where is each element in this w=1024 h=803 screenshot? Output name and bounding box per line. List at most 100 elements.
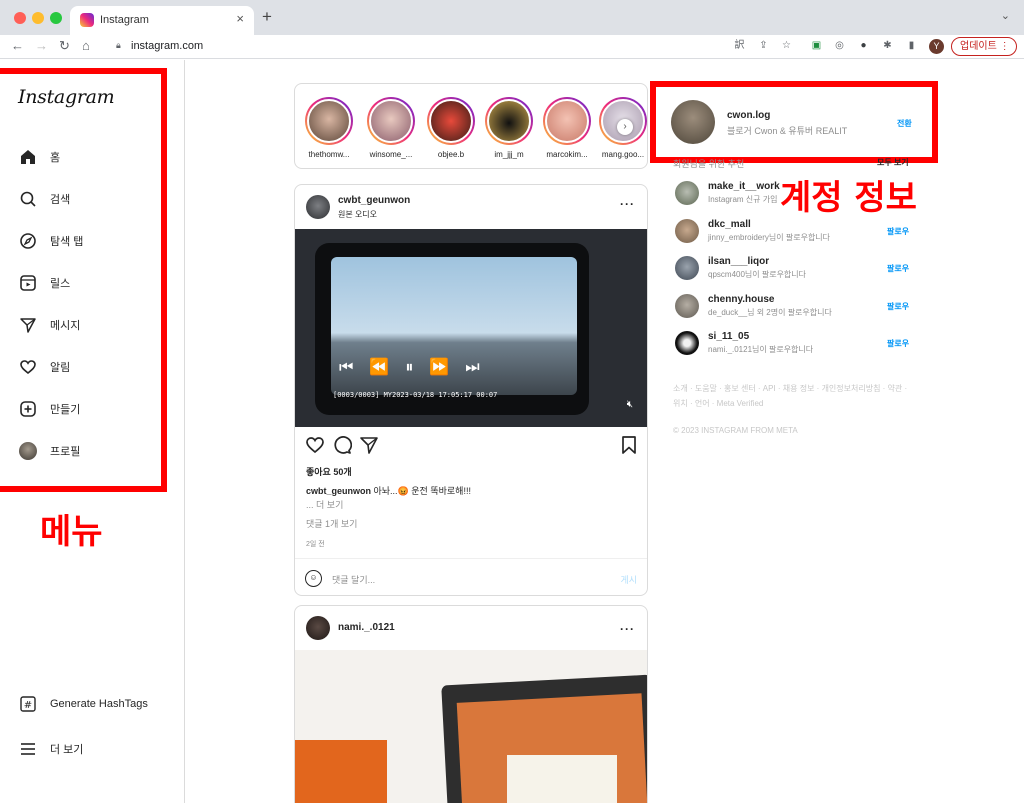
footer-links[interactable]: 소개 · 도움말 · 홍보 센터 · API · 채용 정보 · 개인정보처리방… [673, 381, 913, 411]
browser-tab-bar: Instagram × + ⌄ [0, 0, 1024, 35]
share-icon[interactable]: ⇪ [757, 39, 770, 52]
suggestion-username[interactable]: ilsan___liqor [708, 256, 769, 267]
suggestion-avatar[interactable] [675, 294, 699, 318]
suggestion-avatar[interactable] [675, 256, 699, 280]
suggestion-username[interactable]: chenny.house [708, 294, 775, 305]
view-comments-link[interactable]: 댓글 1개 보기 [306, 517, 357, 530]
comment-input[interactable]: 댓글 달기... [332, 573, 375, 586]
caption-username[interactable]: cwbt_geunwon [306, 486, 371, 496]
story-item[interactable]: marcokim... [541, 97, 593, 159]
new-tab-icon[interactable]: + [262, 8, 272, 25]
post-author-avatar[interactable] [306, 195, 330, 219]
minimize-window-button[interactable] [32, 12, 44, 24]
profile-avatar[interactable]: Y [929, 39, 944, 54]
post-video[interactable]: ⏮⏪⏸⏩⏭ [0003/0003] MY2023-03/18 17:05:17 … [295, 229, 647, 427]
tab-close-icon[interactable]: × [236, 11, 244, 26]
update-button[interactable]: 업데이트 ⋮ [951, 37, 1017, 56]
post-author-avatar[interactable] [306, 616, 330, 640]
stories-next-chevron-icon[interactable]: › [617, 119, 633, 135]
story-avatar [545, 99, 589, 143]
sidebar-item-more[interactable]: 더 보기 [18, 737, 83, 761]
tab-list-chevron-icon[interactable]: ⌄ [1001, 9, 1010, 22]
follow-button[interactable]: 팔로우 [887, 263, 909, 274]
post-actions [305, 435, 639, 455]
share-send-icon[interactable] [359, 435, 379, 455]
story-name: mang.goo... [601, 150, 645, 159]
back-arrow-icon[interactable]: ← [11, 38, 24, 53]
mute-icon[interactable]: 🔇︎ [627, 399, 633, 410]
caption-more-link[interactable]: ... 더 보기 [306, 498, 343, 511]
suggestion-avatar[interactable] [675, 219, 699, 243]
suggestion-row: si_11_05 nami._.0121님이 팔로우합니다 팔로우 [675, 328, 915, 358]
post-caption: cwbt_geunwon 아놔...😡 운전 똑바로해!!! [306, 484, 471, 497]
tab-title: Instagram [100, 14, 149, 26]
kebab-menu-icon: ⋮ [999, 41, 1010, 52]
follow-button[interactable]: 팔로우 [887, 338, 909, 349]
menu-icon [18, 739, 38, 759]
suggestions-header: 회원님을 위한 추천 [673, 159, 745, 169]
comment-post-button[interactable]: 게시 [620, 573, 637, 586]
extensions-puzzle-icon[interactable]: ✱ [881, 39, 894, 52]
story-item[interactable]: thethomw... [303, 97, 355, 159]
reload-icon[interactable]: ↻ [59, 38, 70, 54]
translate-icon[interactable]: 訳 [733, 39, 746, 52]
suggestion-reason: de_duck__님 외 2명이 팔로우합니다 [708, 308, 832, 317]
dashcam-timestamp: [0003/0003] MY2023-03/18 17:05:17 00:07 [333, 391, 498, 399]
suggestion-username[interactable]: si_11_05 [708, 331, 749, 342]
story-item[interactable]: im_jjj_m [483, 97, 535, 159]
suggestion-reason: qpscm400님이 팔로우합니다 [708, 270, 807, 279]
update-label: 업데이트 [960, 41, 997, 52]
suggestion-reason: nami._.0121님이 팔로우합니다 [708, 345, 814, 354]
post-options-icon[interactable]: ··· [620, 622, 635, 636]
feed-post: nami._.0121 ··· [294, 605, 648, 803]
home-browser-icon[interactable]: ⌂ [82, 38, 90, 53]
maximize-window-button[interactable] [50, 12, 62, 24]
post-author-username[interactable]: cwbt_geunwon [338, 195, 410, 206]
story-avatar [487, 99, 531, 143]
extension-dark-icon[interactable]: ● [857, 39, 870, 52]
see-all-link[interactable]: 모두 보기 [877, 157, 909, 168]
forward-arrow-icon[interactable]: → [35, 38, 48, 53]
story-item[interactable]: winsome_... [365, 97, 417, 159]
like-heart-icon[interactable] [305, 435, 325, 455]
sidebar-item-label: 더 보기 [50, 744, 84, 756]
suggestion-username[interactable]: dkc_mall [708, 219, 751, 230]
story-avatar [429, 99, 473, 143]
post-audio-label[interactable]: 원본 오디오 [338, 209, 377, 220]
extension-green-icon[interactable]: ▣ [810, 39, 823, 52]
side-panel-icon[interactable]: ▮ [905, 39, 918, 52]
story-avatar [307, 99, 351, 143]
story-item[interactable]: objee.b [425, 97, 477, 159]
browser-toolbar: ← → ↻ ⌂ 🔒︎ instagram.com 訳 ⇪ ☆ ▣ ◎ ● ✱ ▮… [0, 35, 1024, 59]
camera-extension-icon[interactable]: ◎ [833, 39, 846, 52]
close-window-button[interactable] [14, 12, 26, 24]
svg-text:#: # [24, 700, 32, 711]
emoji-icon[interactable]: ☺ [305, 570, 322, 587]
suggestion-row: ilsan___liqor qpscm400님이 팔로우합니다 팔로우 [675, 253, 915, 283]
address-bar[interactable]: instagram.com [131, 40, 203, 52]
suggestion-row: dkc_mall jinny_embroidery님이 팔로우합니다 팔로우 [675, 216, 915, 246]
like-count[interactable]: 좋아요 50개 [306, 465, 352, 478]
story-name: thethomw... [308, 150, 350, 159]
sidebar-item-generate-hashtags[interactable]: # Generate HashTags [18, 692, 148, 716]
post-author-username[interactable]: nami._.0121 [338, 622, 395, 633]
post-photo[interactable] [295, 650, 647, 803]
browser-tab[interactable]: Instagram × [70, 6, 254, 35]
story-name: objee.b [437, 150, 465, 159]
follow-button[interactable]: 팔로우 [887, 226, 909, 237]
menu-annotation-box [0, 68, 167, 492]
post-options-icon[interactable]: ··· [620, 197, 635, 211]
caption-text: 아놔...😡 운전 똑바로해!!! [371, 486, 471, 496]
bookmark-star-icon[interactable]: ☆ [780, 39, 793, 52]
follow-button[interactable]: 팔로우 [887, 301, 909, 312]
suggestion-avatar[interactable] [675, 331, 699, 355]
photo-orange-shelf [295, 740, 387, 803]
suggestion-username[interactable]: make_it__work [708, 181, 780, 192]
sidebar-item-label: Generate HashTags [50, 698, 148, 710]
save-bookmark-icon[interactable] [619, 435, 639, 455]
copyright: © 2023 INSTAGRAM FROM META [673, 426, 798, 435]
comment-bar: ☺ 댓글 달기... 게시 [295, 558, 647, 595]
suggestion-row: chenny.house de_duck__님 외 2명이 팔로우합니다 팔로우 [675, 291, 915, 321]
suggestion-avatar[interactable] [675, 181, 699, 205]
comment-icon[interactable] [332, 435, 353, 455]
